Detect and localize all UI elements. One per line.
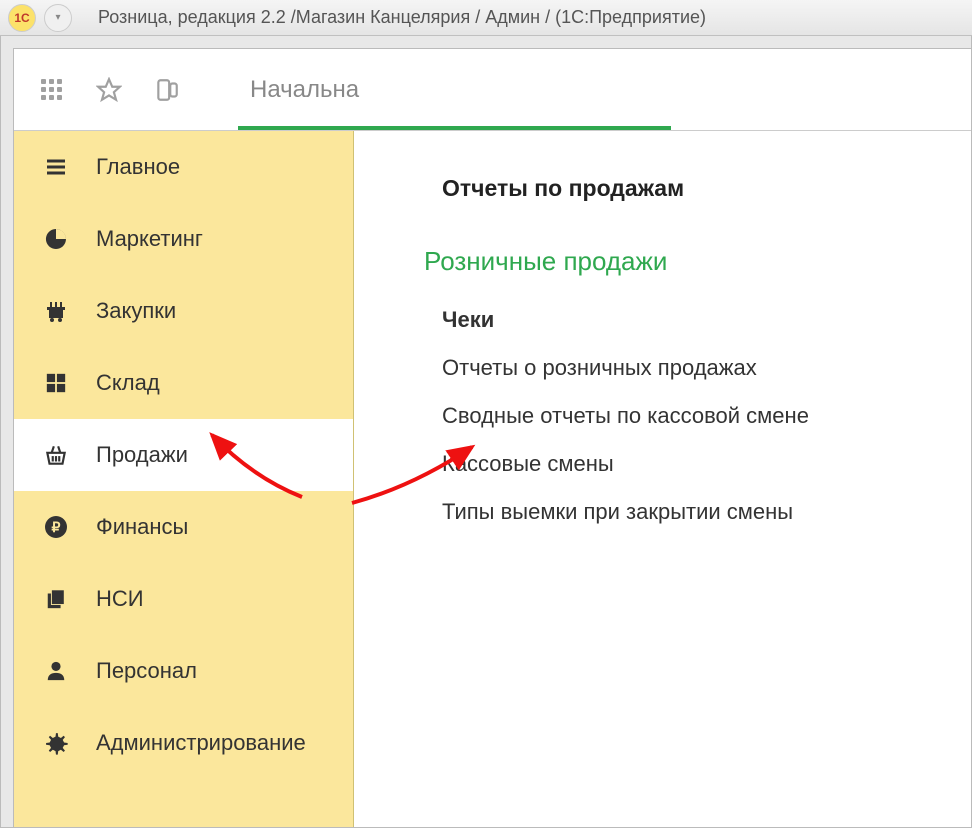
title-dropdown-button[interactable]: ▾ [44, 4, 72, 32]
app-frame: Начальна Главное Маркетинг [13, 48, 971, 827]
menu-lines-icon [42, 153, 70, 181]
svg-text:₽: ₽ [52, 519, 61, 535]
sidebar-item-label: Главное [96, 154, 180, 180]
app-logo-icon: 1C [8, 4, 36, 32]
titlebar: 1C ▾ Розница, редакция 2.2 /Магазин Канц… [0, 0, 972, 36]
tab-active-underline [238, 126, 671, 130]
apps-grid-icon[interactable] [36, 75, 66, 105]
sidebar-item-warehouse[interactable]: Склад [14, 347, 353, 419]
outer-frame: Начальна Главное Маркетинг [0, 36, 972, 828]
sidebar-item-main[interactable]: Главное [14, 131, 353, 203]
sidebar-item-label: Продажи [96, 442, 188, 468]
sidebar-item-label: Финансы [96, 514, 188, 540]
cart-icon [42, 297, 70, 325]
toolbar: Начальна [14, 49, 971, 131]
content-item-withdrawal-types[interactable]: Типы выемки при закрытии смены [442, 499, 951, 525]
sidebar-item-purchases[interactable]: Закупки [14, 275, 353, 347]
gear-icon [42, 729, 70, 757]
ruble-circle-icon: ₽ [42, 513, 70, 541]
favorites-star-icon[interactable] [94, 75, 124, 105]
pie-chart-icon [42, 225, 70, 253]
basket-icon [42, 441, 70, 469]
workspace: Главное Маркетинг Закупки [14, 131, 971, 827]
sidebar: Главное Маркетинг Закупки [14, 131, 354, 827]
tab-bar: Начальна [238, 49, 371, 130]
history-icon[interactable] [152, 75, 182, 105]
content-item-receipts[interactable]: Чеки [442, 307, 951, 333]
sidebar-item-label: Маркетинг [96, 226, 203, 252]
sidebar-item-label: Склад [96, 370, 160, 396]
sidebar-item-label: Персонал [96, 658, 197, 684]
person-icon [42, 657, 70, 685]
window-title: Розница, редакция 2.2 /Магазин Канцеляри… [98, 7, 706, 28]
content-panel: Отчеты по продажам Розничные продажи Чек… [354, 131, 971, 827]
documents-stack-icon [42, 585, 70, 613]
sidebar-item-personnel[interactable]: Персонал [14, 635, 353, 707]
sidebar-item-administration[interactable]: Администрирование [14, 707, 353, 779]
sidebar-item-label: Закупки [96, 298, 176, 324]
sidebar-item-marketing[interactable]: Маркетинг [14, 203, 353, 275]
sidebar-item-sales[interactable]: Продажи [14, 419, 353, 491]
content-section-title: Розничные продажи [424, 246, 951, 277]
sidebar-item-finance[interactable]: ₽ Финансы [14, 491, 353, 563]
sidebar-item-label: НСИ [96, 586, 144, 612]
grid-squares-icon [42, 369, 70, 397]
content-heading[interactable]: Отчеты по продажам [442, 175, 951, 202]
sidebar-item-label: Администрирование [96, 730, 306, 756]
sidebar-item-nsi[interactable]: НСИ [14, 563, 353, 635]
tab-start-page[interactable]: Начальна [238, 76, 371, 104]
content-item-summary-reports[interactable]: Сводные отчеты по кассовой смене [442, 403, 951, 429]
content-item-retail-reports[interactable]: Отчеты о розничных продажах [442, 355, 951, 381]
content-item-cash-shifts[interactable]: Кассовые смены [442, 451, 951, 477]
